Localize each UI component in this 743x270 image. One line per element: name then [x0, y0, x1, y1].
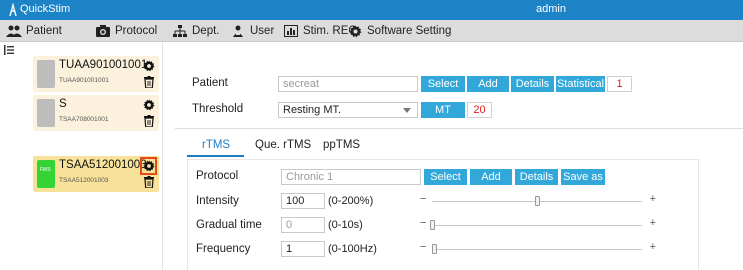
intensity-slider[interactable]: − + [420, 193, 656, 206]
protocol-details-button[interactable]: Details [515, 169, 558, 185]
menu-patient-label: Patient [26, 25, 62, 37]
patient-name: TUAA901001001 [59, 59, 148, 71]
menu-stim-rec[interactable]: Stim. REC [283, 23, 357, 39]
slider-handle[interactable] [535, 196, 540, 206]
patient-code: TUAA901001001 [59, 77, 109, 84]
bar-chart-icon [283, 24, 299, 38]
patient-select-button[interactable]: Select [421, 76, 465, 92]
intensity-range: (0-200%) [328, 195, 374, 207]
menu-protocol[interactable]: Protocol [95, 23, 157, 39]
mt-button[interactable]: MT [421, 102, 465, 118]
sitemap-icon [172, 24, 188, 38]
patient-label: Patient [192, 77, 228, 89]
tab-rtms[interactable]: rTMS [202, 139, 230, 151]
frequency-input[interactable]: 1 [281, 241, 325, 257]
menu-bar: Patient Protocol Dept. User Stim. REC So… [0, 20, 743, 42]
menu-user[interactable]: User [230, 23, 274, 39]
patient-card-selected[interactable]: FMS TSAA512001003 TSAA512001003 [33, 156, 159, 192]
plus-icon[interactable]: + [650, 217, 656, 229]
gradual-time-range: (0-10s) [328, 219, 363, 231]
intensity-input[interactable]: 100 [281, 193, 325, 209]
current-user: admin [536, 3, 566, 15]
patient-code: TSAA512001003 [59, 177, 109, 184]
list-menu-icon[interactable] [4, 45, 14, 55]
plus-icon[interactable]: + [650, 193, 656, 205]
protocol-label: Protocol [196, 170, 239, 182]
tab-pptms[interactable]: ppTMS [323, 139, 360, 151]
trash-icon[interactable] [144, 176, 154, 188]
users-icon [6, 24, 22, 38]
app-logo-icon [9, 3, 17, 17]
thumbnail-label: FMS [40, 167, 51, 173]
slider-handle[interactable] [432, 244, 438, 254]
protocol-save-as-button[interactable]: Save as [561, 169, 605, 185]
minus-icon[interactable]: − [420, 241, 426, 253]
chevron-down-icon [403, 108, 411, 113]
protocol-select-button[interactable]: Select [424, 169, 467, 185]
frequency-label: Frequency [196, 243, 251, 255]
frequency-range: (0-100Hz) [328, 243, 377, 255]
gear-icon[interactable] [143, 99, 155, 111]
menu-dept-label: Dept. [192, 25, 220, 37]
patient-name: S [59, 98, 67, 110]
threshold-type-select[interactable]: Resting MT. [278, 102, 418, 118]
minus-icon[interactable]: − [420, 217, 426, 229]
patient-thumbnail [37, 60, 55, 88]
patient-card[interactable]: TUAA901001001 TUAA901001001 [33, 56, 159, 92]
menu-protocol-label: Protocol [115, 25, 158, 37]
patient-statistical-button[interactable]: Statistical [556, 76, 605, 92]
patient-details-button[interactable]: Details [511, 76, 554, 92]
tab-que-rtms[interactable]: Que. rTMS [255, 139, 311, 151]
menu-patient[interactable]: Patient [6, 23, 62, 39]
patient-add-button[interactable]: Add [467, 76, 509, 92]
patient-name-field[interactable]: secreat [278, 76, 418, 92]
intensity-label: Intensity [196, 195, 239, 207]
threshold-type-value: Resting MT. [283, 104, 342, 116]
section-divider [175, 128, 743, 129]
menu-dept[interactable]: Dept. [172, 23, 220, 39]
plus-icon[interactable]: + [650, 241, 656, 253]
title-bar: QuickStim admin [0, 0, 743, 20]
patient-code: TSAA708001001 [59, 116, 109, 123]
slider-track [432, 249, 642, 250]
patient-thumbnail [37, 99, 55, 127]
gradual-time-label: Gradual time [196, 219, 262, 231]
patient-count-badge: 1 [607, 76, 632, 92]
threshold-value: 20 [467, 102, 492, 118]
minus-icon[interactable]: − [420, 193, 426, 205]
gear-icon[interactable] [143, 160, 155, 172]
gear-icon [347, 24, 363, 38]
protocol-add-button[interactable]: Add [470, 169, 512, 185]
patient-sidebar: TUAA901001001 TUAA901001001 S TSAA708001… [0, 42, 163, 270]
protocol-name-field[interactable]: Chronic 1 [281, 169, 421, 185]
menu-software-setting[interactable]: Software Setting [347, 23, 451, 39]
trash-icon[interactable] [144, 115, 154, 127]
menu-software-setting-label: Software Setting [367, 25, 452, 37]
patient-card[interactable]: S TSAA708001001 [33, 95, 159, 131]
patient-name: TSAA512001003 [59, 159, 147, 171]
slider-handle[interactable] [430, 220, 435, 230]
patient-thumbnail: FMS [37, 160, 55, 188]
menu-user-label: User [250, 25, 275, 37]
gradual-time-slider[interactable]: − + [420, 217, 656, 230]
user-group-icon [230, 24, 246, 38]
slider-track [432, 225, 642, 226]
frequency-slider[interactable]: − + [420, 241, 656, 254]
app-title: QuickStim [20, 3, 71, 15]
trash-icon[interactable] [144, 76, 154, 88]
gear-icon[interactable] [143, 60, 155, 72]
active-tab-indicator [187, 155, 244, 157]
threshold-label: Threshold [192, 103, 244, 115]
gradual-time-input[interactable]: 0 [281, 217, 325, 233]
camera-icon [95, 24, 111, 38]
